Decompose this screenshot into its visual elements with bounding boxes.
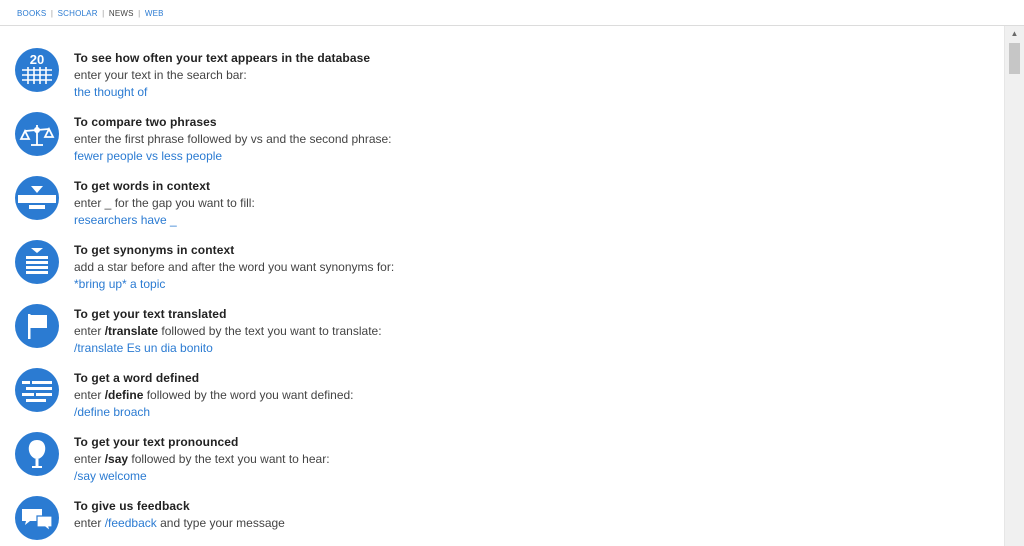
help-item-context: To get words in context enter _ for the … (0, 154, 1000, 227)
definition-icon (15, 368, 59, 412)
help-item-desc: enter /feedback and type your message (74, 515, 285, 532)
help-item-title: To get your text pronounced (74, 435, 239, 449)
help-item-title: To compare two phrases (74, 115, 217, 129)
vertical-scrollbar[interactable]: ▲ (1004, 26, 1024, 546)
scrollbar-thumb[interactable] (1009, 43, 1020, 74)
help-item-title: To get words in context (74, 179, 211, 193)
command-keyword: /define (104, 388, 144, 402)
desc-suffix: followed by the word you want defined: (146, 388, 354, 402)
help-item-title: To see how often your text appears in th… (74, 51, 371, 65)
nav-link-web[interactable]: WEB (145, 9, 164, 18)
synonyms-icon (15, 240, 59, 284)
top-nav: BOOKS | SCHOLAR | NEWS | WEB (0, 0, 1024, 26)
feedback-command-link[interactable]: /feedback (105, 516, 157, 530)
help-item-frequency: 20 To see how often your text appears in… (0, 26, 1000, 99)
help-item-title: To get your text translated (74, 307, 227, 321)
nav-link-books[interactable]: BOOKS (17, 9, 46, 18)
help-item-pronounce: To get your text pronounced enter /say f… (0, 410, 1000, 483)
help-item-define: To get a word defined enter /define foll… (0, 346, 1000, 419)
speaker-icon (15, 432, 59, 476)
desc-prefix: enter (74, 516, 102, 530)
help-item-desc: enter /define followed by the word you w… (74, 387, 354, 404)
help-item-desc: enter the first phrase followed by vs an… (74, 132, 392, 146)
nav-links: BOOKS | SCHOLAR | NEWS | WEB (17, 9, 164, 18)
help-item-desc: enter /translate followed by the text yo… (74, 323, 382, 340)
help-item-title: To give us feedback (74, 499, 190, 513)
help-item-title: To get a word defined (74, 371, 200, 385)
desc-prefix: enter (74, 452, 102, 466)
scale-icon (15, 112, 59, 156)
help-item-desc: add a star before and after the word you… (74, 260, 395, 274)
desc-prefix: enter (74, 324, 102, 338)
desc-prefix: enter (74, 388, 102, 402)
help-item-title: To get synonyms in context (74, 243, 235, 257)
command-keyword: /say (104, 452, 129, 466)
nav-link-scholar[interactable]: SCHOLAR (58, 9, 98, 18)
help-item-desc: enter /say followed by the text you want… (74, 451, 330, 468)
help-item-feedback: To give us feedback enter /feedback and … (0, 474, 1000, 540)
scroll-up-arrow-icon[interactable]: ▲ (1005, 26, 1024, 42)
window: BOOKS | SCHOLAR | NEWS | WEB 20 To see h… (0, 0, 1024, 546)
help-item-desc: enter your text in the search bar: (74, 68, 247, 82)
help-item-desc: enter _ for the gap you want to fill: (74, 196, 255, 210)
command-keyword: /translate (104, 324, 159, 338)
help-item-translate: To get your text translated enter /trans… (0, 282, 1000, 355)
nav-separator: | (50, 9, 54, 18)
desc-suffix: and type your message (160, 516, 285, 530)
calendar-20-icon: 20 (15, 48, 59, 92)
gap-icon (15, 176, 59, 220)
nav-separator: | (102, 9, 105, 18)
help-item-text: To give us feedback enter /feedback and … (74, 498, 285, 532)
desc-suffix: followed by the text you want to hear: (131, 452, 330, 466)
help-item-compare: To compare two phrases enter the first p… (0, 90, 1000, 163)
desc-suffix: followed by the text you want to transla… (161, 324, 382, 338)
help-content: 20 To see how often your text appears in… (0, 26, 1005, 546)
nav-separator: | (138, 9, 141, 18)
nav-link-news[interactable]: NEWS (109, 9, 134, 18)
chat-bubbles-icon (15, 496, 59, 540)
help-item-synonyms: To get synonyms in context add a star be… (0, 218, 1000, 291)
flag-icon (15, 304, 59, 348)
icon-date-text: 20 (30, 52, 44, 67)
